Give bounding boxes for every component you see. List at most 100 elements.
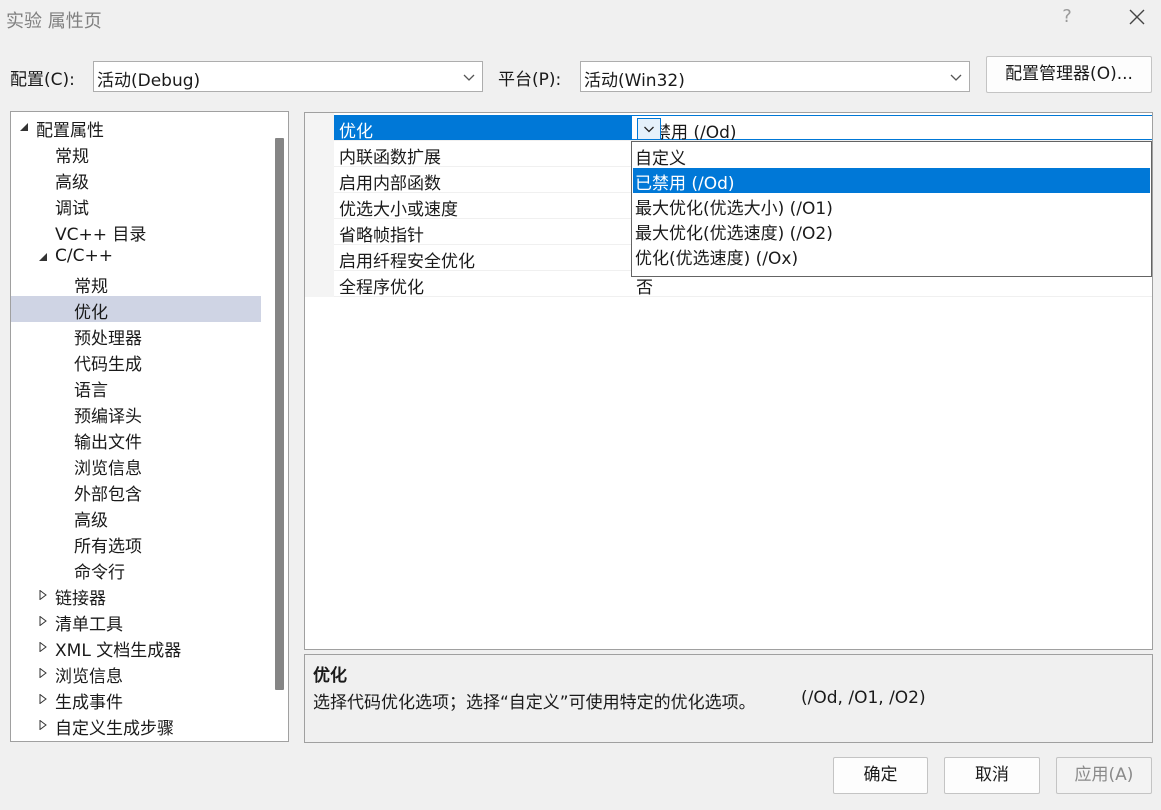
- tree-item[interactable]: 常规: [11, 270, 261, 297]
- tree-item[interactable]: 代码生成: [11, 348, 261, 375]
- dropdown-option[interactable]: 自定义: [633, 143, 1150, 169]
- property-value-cell[interactable]: 已禁用 (/Od): [631, 115, 1152, 143]
- tree-item[interactable]: 所有选项: [11, 530, 261, 557]
- property-row[interactable]: 优化 已禁用 (/Od): [334, 115, 1152, 143]
- tree-item-label: 调试: [55, 199, 89, 219]
- description-text: 选择代码优化选项；选择“自定义”可使用特定的优化选项。: [313, 693, 756, 713]
- config-manager-button-label: 配置管理器(O)...: [1005, 64, 1133, 84]
- platform-value: 活动(Win32): [584, 71, 685, 91]
- tree-item[interactable]: 输出文件: [11, 426, 261, 453]
- tree-item-label: 生成事件: [55, 693, 123, 713]
- window-title: 实验 属性页: [6, 11, 102, 32]
- property-name-cell[interactable]: 启用内部函数: [334, 167, 631, 194]
- tree-item[interactable]: 预编译头: [11, 400, 261, 427]
- property-name-cell[interactable]: 全程序优化: [334, 271, 631, 298]
- dropdown-option[interactable]: 最大优化(优选大小) (/O1): [633, 193, 1150, 219]
- title-bar: 实验 属性页 ?: [0, 0, 1161, 38]
- expanded-arrow-icon[interactable]: [38, 252, 48, 262]
- property-name-cell[interactable]: 省略帧指针: [334, 219, 631, 246]
- property-name: 内联函数扩展: [339, 148, 441, 168]
- tree-item[interactable]: 浏览信息: [11, 660, 261, 687]
- close-icon[interactable]: [1126, 6, 1148, 28]
- optimization-dropdown-list: 自定义已禁用 (/Od) 最大优化(优选大小) (/O1) 最大优化(优选速度) (…: [631, 141, 1152, 277]
- collapsed-arrow-icon[interactable]: [38, 720, 48, 730]
- dropdown-option[interactable]: 最大优化(优选速度) (/O2): [633, 218, 1150, 244]
- property-name-cell[interactable]: 内联函数扩展: [334, 141, 631, 168]
- tree-item[interactable]: 配置属性: [11, 114, 261, 141]
- tree-item[interactable]: 浏览信息: [11, 452, 261, 479]
- property-name: 省略帧指针: [339, 226, 424, 246]
- tree-item[interactable]: VC++ 目录: [11, 218, 261, 245]
- tree-item-label: 浏览信息: [55, 667, 123, 687]
- tree-item-label: 常规: [55, 147, 89, 167]
- ok-button[interactable]: 确定: [833, 757, 928, 794]
- tree-item[interactable]: 清单工具: [11, 608, 261, 635]
- property-name-cell[interactable]: 启用纤程安全优化: [334, 245, 631, 272]
- platform-combo[interactable]: 活动(Win32): [580, 61, 970, 92]
- tree-item-label: 自定义生成步骤: [55, 719, 174, 739]
- collapsed-arrow-icon[interactable]: [38, 590, 48, 600]
- tree-item[interactable]: 命令行: [11, 556, 261, 583]
- tree-item[interactable]: XML 文档生成器: [11, 634, 261, 661]
- description-switches: (/Od, /O1, /O2): [801, 688, 926, 708]
- config-label: 配置(C):: [10, 70, 75, 90]
- dropdown-option[interactable]: 已禁用 (/Od): [633, 168, 1150, 194]
- tree-item[interactable]: 自定义生成步骤: [11, 712, 261, 739]
- expanded-arrow-icon[interactable]: [19, 122, 29, 132]
- dropdown-option-label: 已禁用 (/Od): [635, 174, 735, 194]
- tree-item-label: 预编译头: [74, 407, 142, 427]
- tree-item-label: 外部包含: [74, 485, 142, 505]
- tree-item-label: 常规: [74, 277, 108, 297]
- apply-button-label: 应用(A): [1074, 765, 1134, 785]
- tree-item-label: 链接器: [55, 589, 106, 609]
- tree-item-label: 优化: [74, 303, 108, 323]
- collapsed-arrow-icon[interactable]: [38, 642, 48, 652]
- tree-item[interactable]: 生成事件: [11, 686, 261, 713]
- tree-item-label: XML 文档生成器: [55, 641, 182, 661]
- apply-button[interactable]: 应用(A): [1056, 757, 1152, 794]
- property-tree: 自定义生成步骤 生成事件 浏览信息 XML 文档生成器 清单工具 链接器 命令行 所有选项 高级…: [10, 111, 289, 742]
- cancel-button[interactable]: 取消: [944, 757, 1040, 794]
- cancel-button-label: 取消: [975, 765, 1009, 785]
- tree-scroll-thumb[interactable]: [275, 138, 284, 690]
- collapsed-arrow-icon[interactable]: [38, 668, 48, 678]
- tree-item-label: 配置属性: [36, 121, 104, 141]
- property-name: 优选大小或速度: [339, 200, 458, 220]
- dropdown-option[interactable]: 优化(优选速度) (/Ox): [633, 243, 1150, 269]
- property-name: 启用纤程安全优化: [339, 252, 475, 272]
- tree-item[interactable]: C/C++: [11, 244, 261, 270]
- tree-item[interactable]: 优化: [11, 296, 261, 323]
- dropdown-option-label: 自定义: [635, 149, 686, 169]
- tree-item-label: 高级: [55, 173, 89, 193]
- tree-item-label: 高级: [74, 511, 108, 531]
- description-title: 优化: [313, 666, 347, 686]
- tree-item[interactable]: 高级: [11, 166, 261, 193]
- help-button[interactable]: ?: [1060, 6, 1074, 27]
- config-manager-button[interactable]: 配置管理器(O)...: [986, 56, 1152, 93]
- property-name: 优化: [339, 122, 373, 142]
- tree-item[interactable]: 高级: [11, 504, 261, 531]
- tree-item[interactable]: 外部包含: [11, 478, 261, 505]
- tree-item[interactable]: 常规: [11, 140, 261, 167]
- config-value: 活动(Debug): [97, 71, 201, 91]
- tree-item[interactable]: 预处理器: [11, 322, 261, 349]
- tree-scrollbar[interactable]: [268, 112, 288, 741]
- tree-item[interactable]: 调试: [11, 192, 261, 219]
- collapsed-arrow-icon[interactable]: [38, 616, 48, 626]
- property-name-cell[interactable]: 优选大小或速度: [334, 193, 631, 220]
- tree-item-label: 浏览信息: [74, 459, 142, 479]
- collapsed-arrow-icon[interactable]: [38, 694, 48, 704]
- tree-item[interactable]: 语言: [11, 374, 261, 401]
- config-combo[interactable]: 活动(Debug): [93, 61, 483, 92]
- platform-label: 平台(P):: [498, 70, 562, 90]
- tree-item[interactable]: 链接器: [11, 582, 261, 609]
- dropdown-option-label: 优化(优选速度) (/Ox): [635, 249, 799, 269]
- tree-item-label: 清单工具: [55, 615, 123, 635]
- tree-item-label: C/C++: [55, 246, 113, 266]
- tree-item-label: 输出文件: [74, 433, 142, 453]
- description-panel: 优化 选择代码优化选项；选择“自定义”可使用特定的优化选项。 (/Od, /O1…: [304, 654, 1153, 743]
- value-dropdown-button[interactable]: [637, 118, 661, 140]
- property-name-cell[interactable]: 优化: [334, 115, 631, 142]
- tree-item-label: VC++ 目录: [55, 225, 147, 245]
- dropdown-option-label: 最大优化(优选速度) (/O2): [635, 224, 833, 244]
